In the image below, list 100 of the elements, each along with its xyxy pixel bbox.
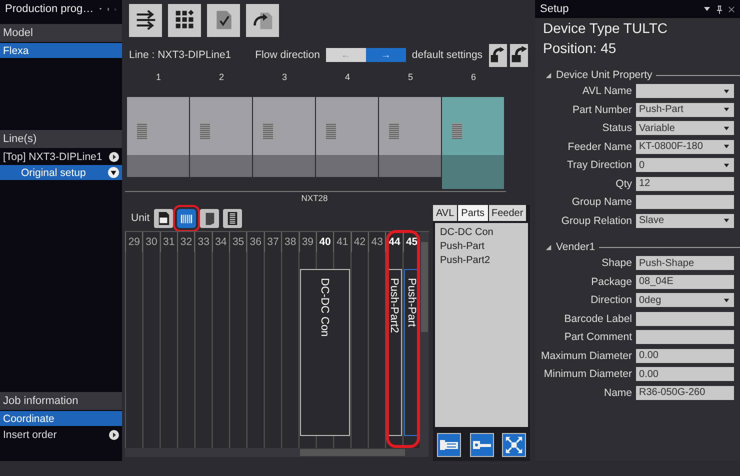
arrow-right-icon[interactable] [109, 430, 119, 440]
pin-icon[interactable] [716, 4, 723, 14]
tray-arrow-icon [488, 46, 507, 64]
list-item[interactable]: Flexa [0, 43, 122, 58]
property-label: Tray Direction [566, 159, 632, 172]
dropdown-icon [723, 88, 730, 95]
dropdown-icon [723, 124, 730, 132]
dropdown-field[interactable]: Slave [636, 214, 734, 228]
redo-document-button[interactable] [246, 4, 279, 36]
dropdown-field[interactable]: KT-0800F-180 [636, 140, 734, 154]
module-number: 5 [406, 72, 414, 84]
slot-number: 35 [229, 232, 246, 252]
module-number: 3 [280, 72, 288, 84]
property-label: Group Name [570, 196, 632, 208]
property-label: Part Number [571, 104, 632, 116]
slot-number: 37 [264, 232, 282, 252]
property-label: Group Relation [560, 214, 632, 227]
module-number: 4 [344, 72, 351, 84]
unit-view-button[interactable] [176, 208, 196, 228]
slot-number: 31 [160, 232, 178, 252]
feeder-button[interactable] [437, 433, 461, 457]
section-header: Line(s) [0, 130, 122, 148]
dropdown-field[interactable] [636, 84, 734, 98]
property-label: Maximum Diameter [540, 350, 632, 362]
line-label: Line : NXT3-DIPLine1 [129, 49, 232, 61]
dropdown-icon [723, 162, 730, 169]
part-list-item[interactable]: DC-DC Con [440, 226, 523, 240]
dropdown-field[interactable]: 0deg [636, 293, 734, 308]
unit-view-button[interactable] [200, 208, 219, 228]
arrow-down-icon[interactable] [108, 167, 119, 178]
property-label: Name [602, 386, 632, 399]
unit-view-button[interactable] [154, 208, 173, 228]
dropdown-icon [723, 106, 730, 114]
slot-number: 42 [350, 232, 368, 252]
property-label: AVL Name [581, 85, 632, 98]
part-list-item[interactable]: Push-Part2 [440, 254, 523, 268]
module-number: 6 [470, 72, 477, 84]
nozzle-button[interactable] [470, 433, 494, 457]
expand-icon [505, 436, 523, 454]
unit-label: Unit [131, 212, 150, 224]
arrow-right-icon[interactable] [109, 152, 119, 162]
direction-option[interactable]: → [366, 48, 406, 62]
save-settings-button[interactable] [510, 44, 528, 66]
text-field[interactable]: R36-050G-260 [636, 386, 734, 400]
text-field[interactable] [636, 312, 734, 326]
property-label: Part Comment [563, 331, 632, 344]
section-header: Model [0, 24, 122, 42]
slot-number: 32 [177, 232, 194, 252]
list-item[interactable]: Coordinate [0, 411, 122, 426]
text-field[interactable]: 0.00 [636, 348, 734, 363]
list-item[interactable]: Insert order [0, 427, 122, 442]
load-settings-button[interactable] [488, 44, 507, 66]
property-label: Status [601, 122, 632, 134]
grid-button[interactable] [168, 4, 201, 36]
list-item[interactable]: Original setup [0, 165, 122, 180]
slot-number: 29 [125, 232, 142, 252]
slot-number: 39 [298, 232, 316, 252]
horizontal-scrollbar[interactable] [125, 448, 429, 457]
text-field[interactable] [636, 195, 734, 210]
slot-number: 36 [246, 232, 264, 252]
arrows-button[interactable] [129, 4, 162, 36]
collapse-icon[interactable] [545, 244, 552, 250]
text-field[interactable]: 12 [636, 176, 734, 191]
fit-button[interactable] [502, 433, 526, 457]
slot-number: 33 [194, 232, 212, 252]
text-field[interactable]: 08_04E [636, 274, 734, 289]
tab[interactable]: AVL [433, 205, 458, 221]
dropdown-field[interactable]: Variable [636, 121, 734, 136]
vertical-scrollbar[interactable] [420, 232, 429, 448]
property-label: Package [590, 276, 632, 288]
property-label: Shape [600, 257, 632, 270]
feeder-icon [439, 437, 459, 453]
collapse-icon[interactable] [545, 72, 552, 78]
feeder-icon [156, 210, 170, 226]
part-list-item[interactable]: Push-Part [440, 240, 523, 254]
check-document-button[interactable] [207, 4, 240, 36]
tray-arrow-icon [510, 46, 528, 64]
machine-name: NXT28 [300, 193, 329, 205]
slot-number: 44 [385, 232, 403, 252]
part-slot[interactable]: DC-DC Con [300, 269, 350, 436]
text-field[interactable]: Push-Shape [636, 256, 734, 270]
slot-number: 34 [212, 232, 230, 252]
list-item[interactable]: [Top] NXT3-DIPLine1 [0, 149, 122, 164]
dropdown-field[interactable]: 0 [636, 158, 734, 172]
dropdown-field[interactable]: Push-Part [636, 102, 734, 117]
unit-view-button[interactable] [222, 208, 242, 228]
property-label: Feeder Name [566, 140, 632, 153]
group-title: Vender1 [556, 241, 596, 253]
slot-number: 41 [333, 232, 351, 252]
group-title: Device Unit Property [556, 69, 652, 81]
dropdown-icon[interactable] [703, 5, 711, 13]
tab[interactable]: Feeder [488, 205, 526, 221]
tab[interactable]: Parts [458, 205, 488, 221]
property-label: Barcode Label [563, 312, 632, 325]
slot-number: 40 [316, 232, 334, 252]
close-icon[interactable] [728, 6, 735, 12]
slot-number: 30 [142, 232, 160, 252]
text-field[interactable]: 0.00 [636, 367, 734, 382]
text-field[interactable] [636, 330, 734, 344]
slot-number: 43 [368, 232, 386, 252]
